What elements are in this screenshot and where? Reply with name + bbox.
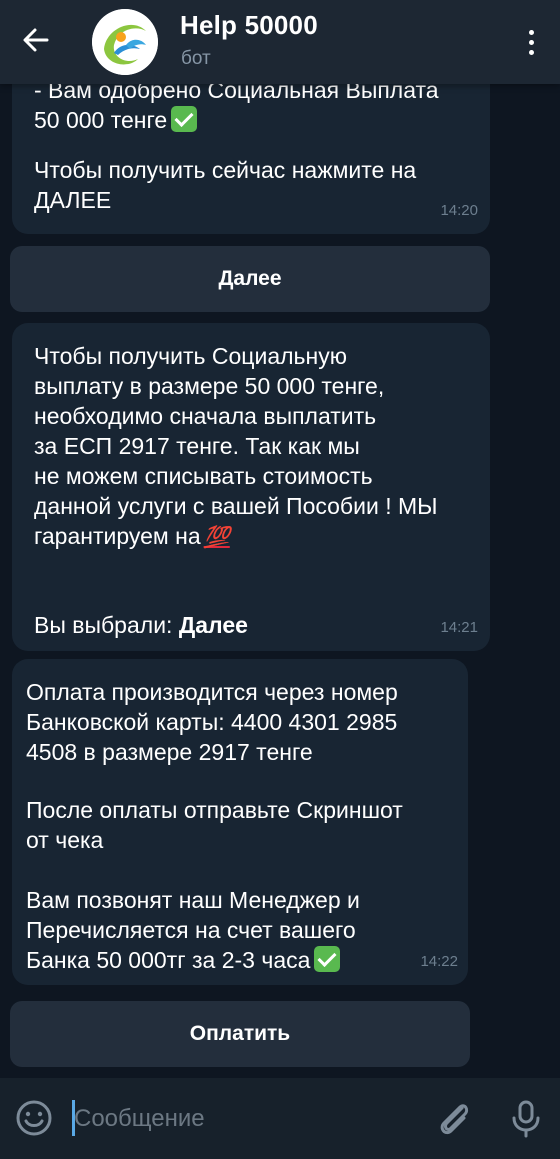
- message-time: 14:20: [440, 202, 478, 219]
- attach-button[interactable]: [432, 1096, 476, 1140]
- logo-icon: [92, 9, 158, 75]
- bot-avatar[interactable]: [92, 9, 158, 75]
- message-text: Оплата производится через номер Банковск…: [26, 679, 398, 765]
- message-composer: [0, 1078, 560, 1159]
- chat-history[interactable]: - Вам одобрено Социальная Выплата 50 000…: [0, 0, 560, 1080]
- paperclip-icon: [440, 1104, 469, 1135]
- message-text: После оплаты отправьте Скриншот от чека: [26, 797, 403, 853]
- message-time: 14:22: [420, 953, 458, 970]
- hundred-points-icon: 💯: [203, 526, 230, 549]
- chat-title[interactable]: Help 50000: [180, 10, 318, 41]
- choice-value: Далее: [178, 612, 248, 638]
- check-mark-icon: [314, 946, 341, 972]
- choice-line: Вы выбрали: Далее: [34, 610, 248, 640]
- emoji-button[interactable]: [14, 1098, 54, 1138]
- message-text: Вам позвонят наш Менеджер и Перечисляетс…: [26, 887, 360, 973]
- back-button[interactable]: [14, 18, 58, 62]
- inline-button-next[interactable]: Далее: [10, 246, 490, 312]
- message-bubble: Чтобы получить Социальную выплату в разм…: [12, 323, 490, 651]
- more-vertical-icon-dot: [528, 39, 534, 45]
- microphone-icon: [512, 1100, 540, 1138]
- smile-icon: [16, 1100, 52, 1136]
- more-vertical-icon-dot: [528, 49, 534, 55]
- telegram-chat-screen: - Вам одобрено Социальная Выплата 50 000…: [0, 0, 560, 1159]
- text-caret: [72, 1100, 75, 1136]
- choice-prefix: Вы выбрали:: [34, 612, 179, 638]
- more-options-button[interactable]: [516, 20, 546, 64]
- message-text: Чтобы получить сейчас нажмите на ДАЛЕЕ: [34, 157, 417, 213]
- message-text: Чтобы получить Социальную выплату в разм…: [34, 343, 438, 549]
- message-bubble: Оплата производится через номер Банковск…: [12, 659, 468, 985]
- arrow-back-icon: [23, 28, 49, 52]
- voice-message-button[interactable]: [504, 1096, 548, 1140]
- more-vertical-icon: [528, 29, 534, 35]
- chat-header: Help 50000 бот: [0, 0, 560, 84]
- message-input[interactable]: [72, 1096, 406, 1142]
- message-text: - Вам одобрено Социальная Выплата 50 000…: [34, 77, 439, 133]
- chat-subtitle: бот: [181, 48, 211, 69]
- inline-button-pay[interactable]: Оплатить: [10, 1001, 470, 1067]
- check-mark-icon: [171, 106, 198, 132]
- message-time: 14:21: [440, 619, 478, 636]
